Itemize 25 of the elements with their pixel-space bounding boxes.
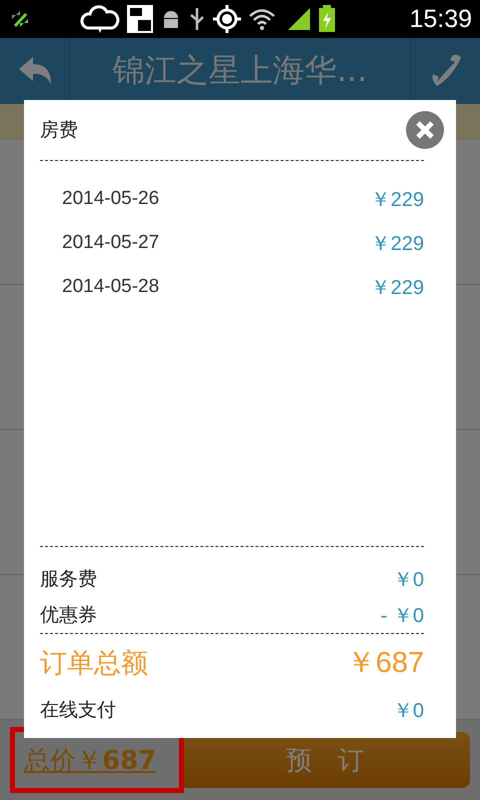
cloud-icon [80,4,120,34]
date-text: 2014-05-27 [62,232,160,254]
page-title: 锦江之星上海华... [112,50,368,91]
total-label: 订单总额 [40,647,148,681]
total-amount: ￥687 [346,646,424,681]
fee-label: 优惠券 [40,603,97,628]
date-text: 2014-05-28 [62,276,160,298]
payment-label: 在线支付 [40,698,116,723]
wifi-icon [248,7,276,31]
close-button[interactable] [406,111,444,149]
total-price-link[interactable]: 总价￥687 [24,742,156,778]
fee-label: 服务费 [40,567,97,592]
price-text: ￥229 [370,276,424,300]
close-icon [406,111,444,149]
fee-amount: ￥0 [392,568,424,592]
clock-time: 15:39 [409,4,472,34]
fee-amount: - ￥0 [380,604,424,628]
price-text: ￥229 [370,232,424,256]
battery-icon [318,5,336,33]
date-text: 2014-05-26 [62,188,160,210]
dialog-title: 房费 [40,118,78,143]
back-arrow-icon [16,56,52,86]
gps-icon [212,4,242,34]
payment-amount: ￥0 [392,698,424,724]
price-text: ￥229 [370,188,424,212]
